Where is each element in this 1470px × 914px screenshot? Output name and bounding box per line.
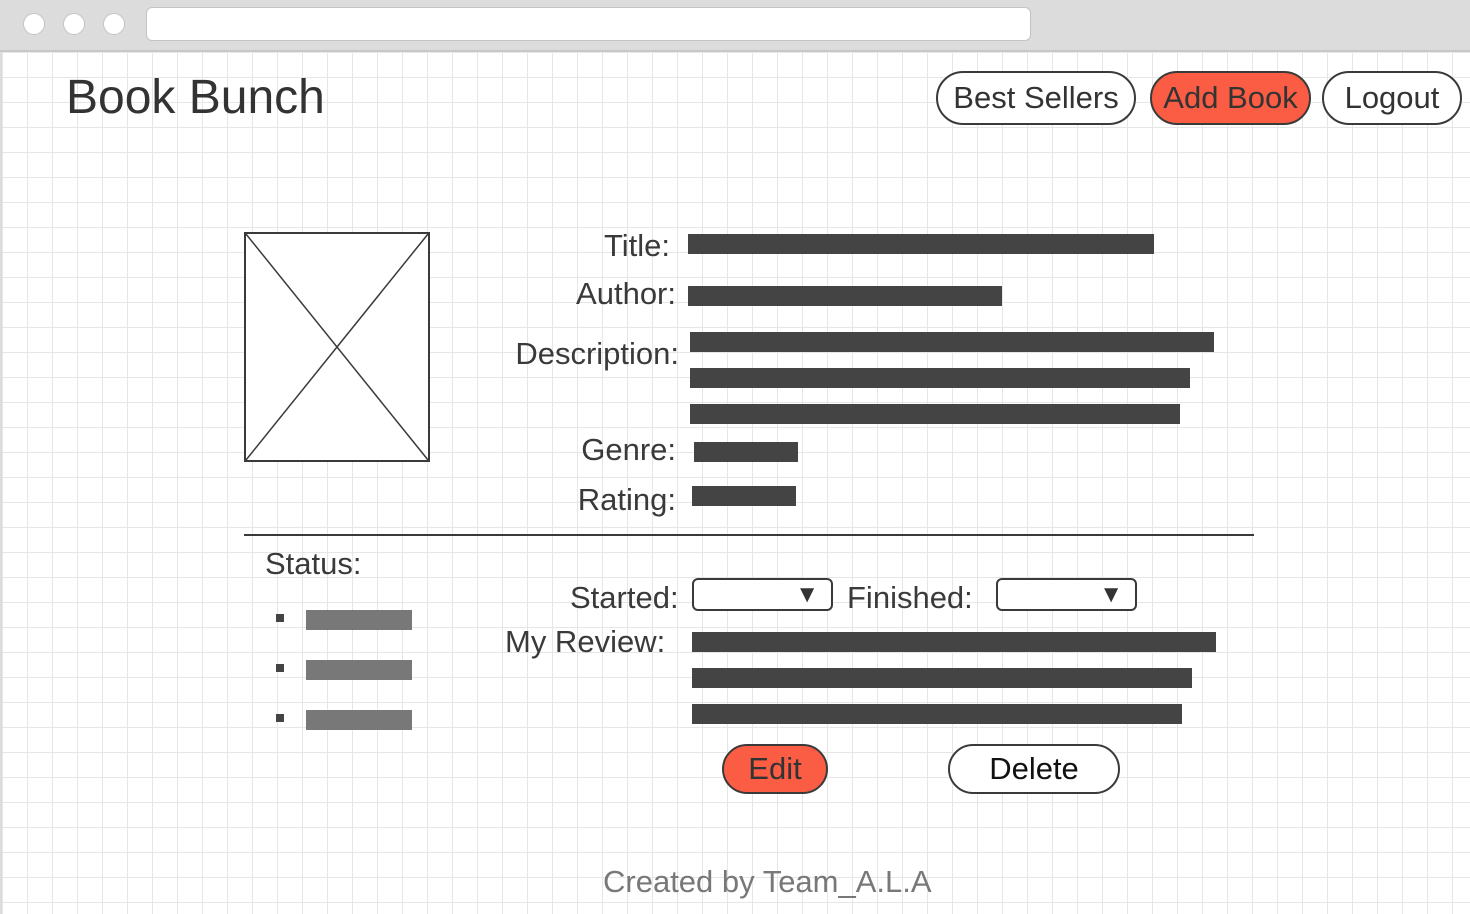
section-divider <box>244 534 1254 536</box>
footer-credit: Created by Team_A.L.A <box>603 864 932 899</box>
list-bullet-icon <box>276 714 284 722</box>
author-label: Author: <box>576 276 676 311</box>
window-maximize-button[interactable] <box>103 13 125 35</box>
status-label: Status: <box>265 546 362 581</box>
description-line-2 <box>690 368 1190 388</box>
review-line-3 <box>692 704 1182 724</box>
chevron-down-icon: ▼ <box>1099 581 1123 608</box>
delete-button[interactable]: Delete <box>948 744 1120 794</box>
browser-chrome <box>0 0 1470 52</box>
review-line-2 <box>692 668 1192 688</box>
list-bullet-icon <box>276 614 284 622</box>
finished-date-select[interactable]: ▼ <box>996 578 1137 611</box>
rating-value <box>692 486 796 506</box>
genre-value <box>694 442 798 462</box>
genre-label: Genre: <box>581 432 676 467</box>
rating-label: Rating: <box>577 482 676 517</box>
description-label: Description: <box>515 336 679 371</box>
my-review-label: My Review: <box>505 624 666 659</box>
book-cover-image <box>244 232 430 462</box>
started-date-select[interactable]: ▼ <box>692 578 833 611</box>
best-sellers-button[interactable]: Best Sellers <box>936 71 1136 125</box>
chevron-down-icon: ▼ <box>795 581 819 608</box>
list-bullet-icon <box>276 664 284 672</box>
description-line-3 <box>690 404 1180 424</box>
review-line-1 <box>692 632 1216 652</box>
title-label: Title: <box>603 228 670 263</box>
started-label: Started: <box>570 580 679 615</box>
image-placeholder-icon <box>246 234 428 460</box>
status-option[interactable] <box>306 660 412 680</box>
window-close-button[interactable] <box>23 13 45 35</box>
status-option[interactable] <box>306 610 412 630</box>
app-title: Book Bunch <box>66 71 325 124</box>
logout-button[interactable]: Logout <box>1322 71 1462 125</box>
finished-label: Finished: <box>847 580 973 615</box>
status-option[interactable] <box>306 710 412 730</box>
window-minimize-button[interactable] <box>63 13 85 35</box>
address-bar[interactable] <box>146 7 1031 41</box>
title-value <box>688 234 1154 254</box>
description-line-1 <box>690 332 1214 352</box>
author-value <box>688 286 1002 306</box>
add-book-button[interactable]: Add Book <box>1150 71 1311 125</box>
edit-button[interactable]: Edit <box>722 744 828 794</box>
